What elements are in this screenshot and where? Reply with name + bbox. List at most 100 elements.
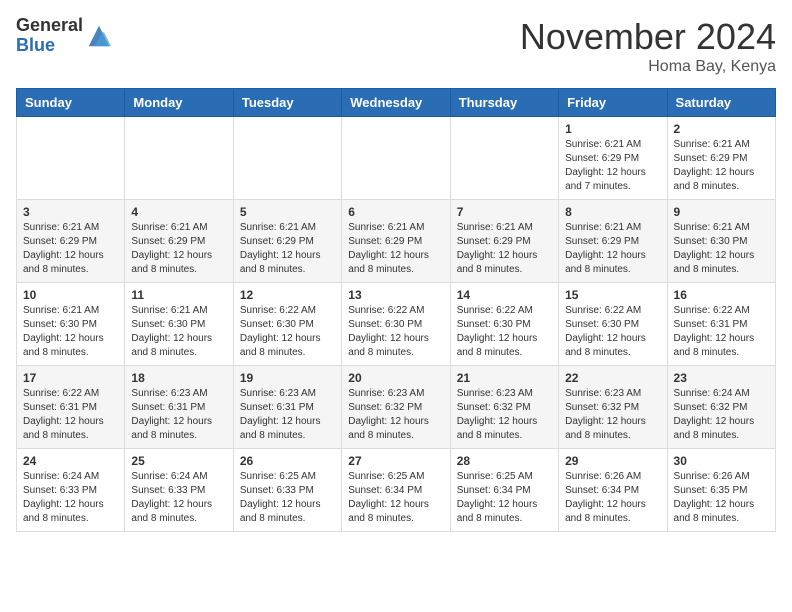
day-info: Sunrise: 6:22 AM Sunset: 6:30 PM Dayligh… [348, 304, 443, 360]
day-info: Sunrise: 6:21 AM Sunset: 6:29 PM Dayligh… [131, 221, 226, 277]
day-info: Sunrise: 6:26 AM Sunset: 6:35 PM Dayligh… [674, 470, 769, 526]
logo-blue-text: Blue [16, 35, 55, 55]
day-info: Sunrise: 6:21 AM Sunset: 6:30 PM Dayligh… [23, 304, 118, 360]
day-number: 11 [131, 288, 226, 302]
day-info: Sunrise: 6:21 AM Sunset: 6:29 PM Dayligh… [565, 221, 660, 277]
day-info: Sunrise: 6:23 AM Sunset: 6:32 PM Dayligh… [348, 387, 443, 443]
day-info: Sunrise: 6:21 AM Sunset: 6:29 PM Dayligh… [240, 221, 335, 277]
calendar-cell: 15 Sunrise: 6:22 AM Sunset: 6:30 PM Dayli… [559, 283, 667, 366]
day-info: Sunrise: 6:22 AM Sunset: 6:30 PM Dayligh… [240, 304, 335, 360]
calendar-cell: 19 Sunrise: 6:23 AM Sunset: 6:31 PM Dayli… [233, 366, 341, 449]
calendar-header-sunday: Sunday [17, 89, 125, 117]
day-info: Sunrise: 6:26 AM Sunset: 6:34 PM Dayligh… [565, 470, 660, 526]
calendar-header-row: SundayMondayTuesdayWednesdayThursdayFrid… [17, 89, 776, 117]
day-number: 19 [240, 371, 335, 385]
calendar-cell: 9 Sunrise: 6:21 AM Sunset: 6:30 PM Daylig… [667, 200, 775, 283]
day-number: 12 [240, 288, 335, 302]
day-number: 23 [674, 371, 769, 385]
calendar-cell [233, 117, 341, 200]
calendar-cell: 27Sunrise: 6:25 AM Sunset: 6:34 PM Dayli… [342, 449, 450, 532]
day-info: Sunrise: 6:23 AM Sunset: 6:31 PM Dayligh… [131, 387, 226, 443]
location: Homa Bay, Kenya [520, 58, 776, 76]
calendar-cell: 25Sunrise: 6:24 AM Sunset: 6:33 PM Dayli… [125, 449, 233, 532]
calendar-cell: 2Sunrise: 6:21 AM Sunset: 6:29 PM Daylig… [667, 117, 775, 200]
day-info: Sunrise: 6:21 AM Sunset: 6:30 PM Dayligh… [131, 304, 226, 360]
day-number: 21 [457, 371, 552, 385]
day-info: Sunrise: 6:21 AM Sunset: 6:29 PM Dayligh… [23, 221, 118, 277]
calendar-cell: 24 Sunrise: 6:24 AM Sunset: 6:33 PM Dayli… [17, 449, 125, 532]
calendar-cell: 7 Sunrise: 6:21 AM Sunset: 6:29 PM Daylig… [450, 200, 558, 283]
day-number: 4 [131, 205, 226, 219]
day-info: Sunrise: 6:24 AM Sunset: 6:32 PM Dayligh… [674, 387, 769, 443]
calendar-cell: 10 Sunrise: 6:21 AM Sunset: 6:30 PM Dayli… [17, 283, 125, 366]
calendar-cell: 16Sunrise: 6:22 AM Sunset: 6:31 PM Dayli… [667, 283, 775, 366]
calendar-week-5: 24 Sunrise: 6:24 AM Sunset: 6:33 PM Dayli… [17, 449, 776, 532]
day-number: 1 [565, 122, 660, 136]
calendar-header-friday: Friday [559, 89, 667, 117]
calendar-header-saturday: Saturday [667, 89, 775, 117]
day-number: 28 [457, 454, 552, 468]
calendar-cell: 3 Sunrise: 6:21 AM Sunset: 6:29 PM Daylig… [17, 200, 125, 283]
day-info: Sunrise: 6:23 AM Sunset: 6:32 PM Dayligh… [457, 387, 552, 443]
calendar-header-wednesday: Wednesday [342, 89, 450, 117]
calendar-cell [450, 117, 558, 200]
calendar: SundayMondayTuesdayWednesdayThursdayFrid… [16, 88, 776, 532]
calendar-cell: 1 Sunrise: 6:21 AM Sunset: 6:29 PM Daylig… [559, 117, 667, 200]
calendar-cell: 23 Sunrise: 6:24 AM Sunset: 6:32 PM Dayli… [667, 366, 775, 449]
day-number: 22 [565, 371, 660, 385]
day-number: 6 [348, 205, 443, 219]
day-number: 2 [674, 122, 769, 136]
day-number: 9 [674, 205, 769, 219]
day-info: Sunrise: 6:23 AM Sunset: 6:32 PM Dayligh… [565, 387, 660, 443]
day-info: Sunrise: 6:22 AM Sunset: 6:30 PM Dayligh… [457, 304, 552, 360]
calendar-cell [17, 117, 125, 200]
header: General Blue November 2024 Homa Bay, Ken… [16, 16, 776, 76]
day-number: 26 [240, 454, 335, 468]
day-info: Sunrise: 6:21 AM Sunset: 6:29 PM Dayligh… [565, 138, 660, 194]
day-info: Sunrise: 6:24 AM Sunset: 6:33 PM Dayligh… [23, 470, 118, 526]
day-info: Sunrise: 6:21 AM Sunset: 6:30 PM Dayligh… [674, 221, 769, 277]
day-number: 8 [565, 205, 660, 219]
calendar-cell: 18 Sunrise: 6:23 AM Sunset: 6:31 PM Dayli… [125, 366, 233, 449]
calendar-cell: 12 Sunrise: 6:22 AM Sunset: 6:30 PM Dayli… [233, 283, 341, 366]
day-number: 18 [131, 371, 226, 385]
day-info: Sunrise: 6:23 AM Sunset: 6:31 PM Dayligh… [240, 387, 335, 443]
logo-icon [85, 22, 113, 50]
day-number: 17 [23, 371, 118, 385]
calendar-cell: 6 Sunrise: 6:21 AM Sunset: 6:29 PM Daylig… [342, 200, 450, 283]
logo-general-text: General [16, 15, 83, 35]
day-number: 10 [23, 288, 118, 302]
day-number: 7 [457, 205, 552, 219]
day-number: 20 [348, 371, 443, 385]
calendar-cell: 17Sunrise: 6:22 AM Sunset: 6:31 PM Dayli… [17, 366, 125, 449]
day-number: 14 [457, 288, 552, 302]
calendar-week-3: 10 Sunrise: 6:21 AM Sunset: 6:30 PM Dayli… [17, 283, 776, 366]
calendar-week-2: 3 Sunrise: 6:21 AM Sunset: 6:29 PM Daylig… [17, 200, 776, 283]
day-info: Sunrise: 6:21 AM Sunset: 6:29 PM Dayligh… [348, 221, 443, 277]
calendar-cell: 14 Sunrise: 6:22 AM Sunset: 6:30 PM Dayli… [450, 283, 558, 366]
logo: General Blue [16, 16, 113, 56]
day-number: 24 [23, 454, 118, 468]
day-number: 5 [240, 205, 335, 219]
day-number: 3 [23, 205, 118, 219]
calendar-cell: 21 Sunrise: 6:23 AM Sunset: 6:32 PM Dayli… [450, 366, 558, 449]
calendar-header-tuesday: Tuesday [233, 89, 341, 117]
day-info: Sunrise: 6:21 AM Sunset: 6:29 PM Dayligh… [457, 221, 552, 277]
month-title: November 2024 [520, 16, 776, 58]
calendar-cell [342, 117, 450, 200]
day-number: 30 [674, 454, 769, 468]
day-number: 13 [348, 288, 443, 302]
calendar-cell: 13 Sunrise: 6:22 AM Sunset: 6:30 PM Dayli… [342, 283, 450, 366]
day-info: Sunrise: 6:22 AM Sunset: 6:30 PM Dayligh… [565, 304, 660, 360]
day-number: 27 [348, 454, 443, 468]
calendar-cell: 26Sunrise: 6:25 AM Sunset: 6:33 PM Dayli… [233, 449, 341, 532]
day-info: Sunrise: 6:25 AM Sunset: 6:34 PM Dayligh… [457, 470, 552, 526]
day-number: 25 [131, 454, 226, 468]
calendar-header-monday: Monday [125, 89, 233, 117]
day-number: 15 [565, 288, 660, 302]
calendar-week-4: 17Sunrise: 6:22 AM Sunset: 6:31 PM Dayli… [17, 366, 776, 449]
calendar-cell: 4 Sunrise: 6:21 AM Sunset: 6:29 PM Daylig… [125, 200, 233, 283]
calendar-header-thursday: Thursday [450, 89, 558, 117]
title-area: November 2024 Homa Bay, Kenya [520, 16, 776, 76]
calendar-cell: 29Sunrise: 6:26 AM Sunset: 6:34 PM Dayli… [559, 449, 667, 532]
